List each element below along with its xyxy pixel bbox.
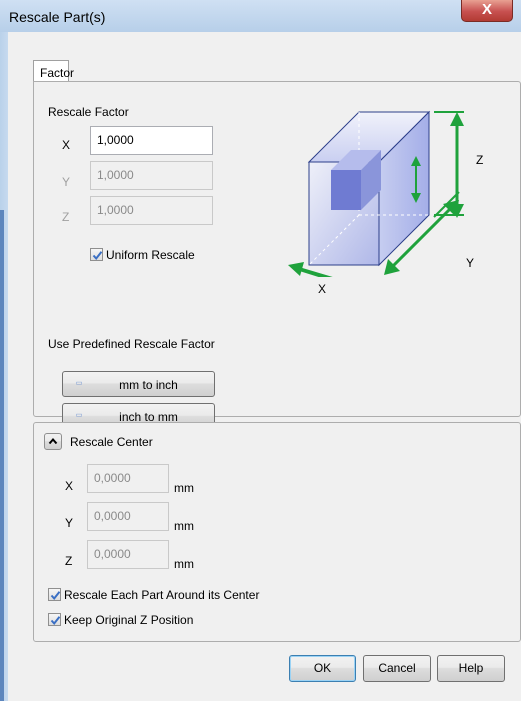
tab-factor[interactable]: Factor	[33, 60, 74, 82]
factor-z-label: Z	[62, 210, 70, 224]
factor-y-label: Y	[62, 175, 71, 189]
diagram-x-label: X	[318, 282, 327, 296]
center-x-input[interactable]: 0,0000	[87, 464, 169, 493]
title-bar[interactable]: Rescale Part(s) X	[0, 0, 521, 32]
factor-z-input[interactable]: 1,0000	[90, 196, 213, 225]
center-x-unit: mm	[174, 481, 194, 495]
checkmark-icon	[92, 251, 103, 261]
mm-to-inch-label: mm to inch	[119, 378, 178, 392]
center-y-unit: mm	[174, 519, 194, 533]
factor-x-input[interactable]: 1,0000	[90, 126, 213, 155]
predefined-heading: Use Predefined Rescale Factor	[48, 337, 215, 351]
checkmark-icon	[50, 616, 61, 626]
mm-to-inch-button[interactable]: ▭ mm to inch	[62, 371, 215, 397]
center-z-label: Z	[65, 554, 73, 568]
diagram-y-label: Y	[466, 256, 475, 270]
factor-x-label: X	[62, 138, 71, 152]
help-button[interactable]: Help	[437, 655, 505, 682]
collapse-button[interactable]	[44, 433, 62, 450]
checkmark-icon	[50, 591, 61, 601]
cancel-button[interactable]: Cancel	[363, 655, 431, 682]
window-title: Rescale Part(s)	[9, 9, 106, 25]
each-part-checkbox[interactable]	[48, 588, 61, 601]
center-x-label: X	[65, 479, 74, 493]
frame-edge	[0, 210, 4, 701]
center-z-input[interactable]: 0,0000	[87, 540, 169, 569]
center-y-label: Y	[65, 516, 74, 530]
rescale-center-panel: Rescale Center X 0,0000 mm Y 0,0000 mm Z…	[33, 422, 521, 642]
each-part-label: Rescale Each Part Around its Center	[64, 588, 260, 602]
rescale-factor-heading: Rescale Factor	[48, 105, 129, 119]
rescale-center-heading: Rescale Center	[70, 435, 153, 449]
center-y-input[interactable]: 0,0000	[87, 502, 169, 531]
factor-panel: Rescale Factor X 1,0000 Y 1,0000 Z 1,000…	[33, 81, 521, 430]
chevron-up-icon	[48, 437, 58, 445]
window-frame	[0, 32, 8, 701]
uniform-rescale-checkbox[interactable]	[90, 248, 103, 261]
diagram-z-label: Z	[476, 153, 484, 167]
uniform-rescale-label: Uniform Rescale	[106, 248, 195, 262]
ok-button[interactable]: OK	[289, 655, 356, 682]
rescale-dialog: Rescale Part(s) X Factor Rescale Factor …	[0, 0, 521, 701]
center-z-unit: mm	[174, 557, 194, 571]
rescale-box-diagram-icon	[288, 110, 464, 277]
dialog-client: Factor Rescale Factor X 1,0000 Y 1,0000 …	[8, 32, 521, 701]
close-button[interactable]: X	[461, 0, 513, 22]
keep-z-checkbox[interactable]	[48, 613, 61, 626]
factor-y-input[interactable]: 1,0000	[90, 161, 213, 190]
keep-z-label: Keep Original Z Position	[64, 613, 194, 627]
